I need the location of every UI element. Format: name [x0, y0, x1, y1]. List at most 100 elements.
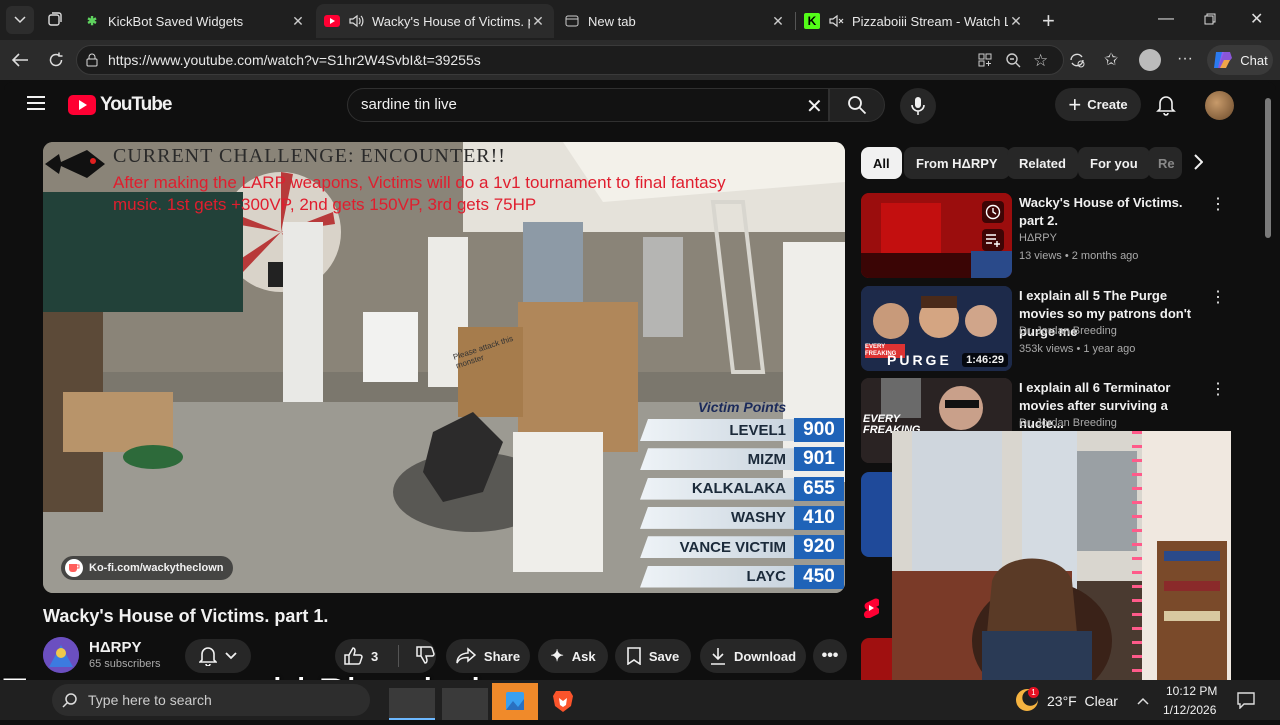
chip-all[interactable]: All [861, 147, 902, 179]
related-channel[interactable]: Dr. Jordan Breeding [1019, 325, 1117, 337]
youtube-favicon-icon [324, 13, 340, 29]
close-window-icon[interactable]: ✕ [1250, 9, 1263, 29]
plus-icon: + [1068, 91, 1082, 117]
copilot-chat-button[interactable]: Chat [1207, 45, 1273, 75]
add-to-queue-icon[interactable] [982, 229, 1004, 251]
taskbar-file-explorer-icon[interactable] [389, 688, 435, 720]
chevron-right-icon[interactable] [1193, 154, 1204, 175]
related-menu-icon[interactable]: ⋮ [1210, 194, 1226, 214]
chip-related[interactable]: Related [1007, 147, 1078, 179]
favorite-star-icon[interactable]: ☆ [1033, 51, 1048, 71]
tab-kickbot[interactable]: ✱ KickBot Saved Widgets ✕ [76, 4, 314, 38]
workspaces-icon[interactable] [46, 10, 66, 30]
chip-recently-uploaded[interactable]: Re [1148, 147, 1182, 179]
taskbar-photos-icon[interactable] [492, 683, 538, 720]
clear-search-icon[interactable]: ✕ [806, 94, 823, 119]
tab-actions-icon[interactable] [6, 6, 34, 34]
tab-wacky[interactable]: Wacky's House of Victims. part 1 ✕ [316, 4, 554, 38]
youtube-logo[interactable]: YouTube [68, 94, 172, 116]
chip-from-harpy[interactable]: From HΔRPY [904, 147, 1010, 179]
related-channel[interactable]: Dr. Jordan Breeding [1019, 417, 1117, 429]
kofi-cup-icon [65, 559, 83, 577]
dislike-button[interactable] [415, 645, 435, 668]
profile-icon[interactable] [1139, 49, 1161, 71]
save-button[interactable]: Save [615, 639, 691, 673]
clock-time[interactable]: 10:12 PM [1166, 684, 1217, 698]
video-player[interactable]: CURRENT CHALLENGE: ENCOUNTER!! After mak… [43, 142, 845, 593]
account-avatar[interactable] [1205, 91, 1234, 120]
related-thumbnail[interactable]: EVERY FREAKING PURGE 1:46:29 [861, 286, 1012, 371]
subscribed-notifications-button[interactable] [185, 639, 251, 673]
refresh-icon[interactable] [42, 46, 70, 74]
app-available-icon[interactable] [977, 52, 993, 73]
share-button[interactable]: Share [446, 639, 530, 673]
speaker-icon[interactable] [348, 13, 364, 29]
kick-favicon-icon: K [804, 13, 820, 29]
tab-pizzaboiii[interactable]: K Pizzaboiii Stream - Watch Live ✕ [796, 4, 1032, 38]
victim-points-value: 920 [794, 535, 844, 560]
muted-speaker-icon[interactable] [828, 13, 844, 29]
download-button[interactable]: Download [700, 639, 806, 673]
taskbar-store-icon[interactable] [442, 688, 488, 720]
chip-for-you[interactable]: For you [1078, 147, 1150, 179]
notification-center-icon[interactable] [1237, 691, 1255, 714]
favorites-icon[interactable]: ✩ [1104, 50, 1118, 70]
close-tab-icon[interactable]: ✕ [290, 13, 306, 30]
victim-points-value: 655 [794, 476, 844, 501]
sparkle-icon: ✦ [550, 648, 564, 665]
tab-new[interactable]: New tab ✕ [556, 4, 794, 38]
related-title[interactable]: Wacky's House of Victims. part 2. [1019, 194, 1199, 230]
more-options-icon[interactable]: ··· [1177, 50, 1193, 68]
tray-overflow-chevron-icon[interactable] [1137, 692, 1149, 710]
shorts-icon[interactable] [863, 598, 881, 623]
weather-badge: 1 [1028, 687, 1039, 698]
voice-search-button[interactable] [900, 88, 936, 124]
create-button[interactable]: + Create [1055, 88, 1141, 121]
close-tab-icon[interactable]: ✕ [530, 13, 546, 30]
thumbs-down-icon [416, 645, 435, 664]
related-thumbnail[interactable] [861, 193, 1012, 278]
restore-icon[interactable] [1204, 12, 1216, 30]
clock-date[interactable]: 1/12/2026 [1163, 703, 1216, 717]
chevron-down-icon [225, 652, 237, 660]
like-button[interactable]: 3 [343, 646, 378, 666]
more-actions-button[interactable]: ••• [813, 639, 847, 673]
zoom-icon[interactable] [1005, 52, 1021, 73]
search-button[interactable] [829, 88, 885, 122]
taskbar-brave-icon[interactable] [552, 689, 574, 718]
watch-later-icon[interactable] [982, 201, 1004, 223]
search-input[interactable]: sardine tin live [361, 96, 457, 113]
taskbar-search-placeholder[interactable]: Type here to search [88, 692, 212, 708]
related-thumbnail-partial[interactable] [861, 472, 892, 557]
related-channel[interactable]: HΔRPY [1019, 232, 1057, 244]
create-label: Create [1087, 97, 1128, 112]
victim-points-header: Victim Points [698, 399, 787, 415]
weather-text[interactable]: 23°F Clear [1047, 693, 1118, 709]
notifications-bell-icon[interactable] [1156, 94, 1176, 121]
new-tab-button[interactable]: + [1042, 8, 1055, 34]
victim-name: VANCE VICTIM [640, 536, 794, 559]
kofi-link: Ko-fi.com/wackytheclown [89, 562, 224, 574]
victim-points-row: LAYC 450 [640, 564, 844, 589]
victim-points-value: 901 [794, 447, 844, 472]
related-menu-icon[interactable]: ⋮ [1210, 287, 1226, 307]
kofi-badge[interactable]: Ko-fi.com/wackytheclown [61, 556, 234, 580]
share-icon [456, 647, 476, 664]
victim-name: MIZM [640, 448, 794, 471]
browser-essentials-icon[interactable] [1068, 51, 1086, 74]
ask-button[interactable]: ✦ Ask [538, 639, 608, 673]
channel-avatar[interactable] [43, 637, 79, 673]
close-tab-icon[interactable]: ✕ [1008, 13, 1024, 30]
close-tab-icon[interactable]: ✕ [770, 13, 786, 30]
victim-points-value: 450 [794, 564, 844, 589]
minimize-icon[interactable]: — [1158, 10, 1174, 28]
url-text[interactable]: https://www.youtube.com/watch?v=S1hr2W4S… [108, 52, 481, 68]
download-label: Download [733, 648, 797, 664]
related-menu-icon[interactable]: ⋮ [1210, 379, 1226, 399]
scrollbar-thumb[interactable] [1265, 98, 1271, 238]
shorts-thumbnail-partial[interactable] [861, 638, 892, 680]
guide-menu-icon[interactable] [27, 96, 45, 115]
channel-name[interactable]: HΔRPY [89, 639, 141, 656]
back-icon[interactable] [6, 46, 34, 74]
site-info-icon[interactable] [86, 53, 98, 72]
